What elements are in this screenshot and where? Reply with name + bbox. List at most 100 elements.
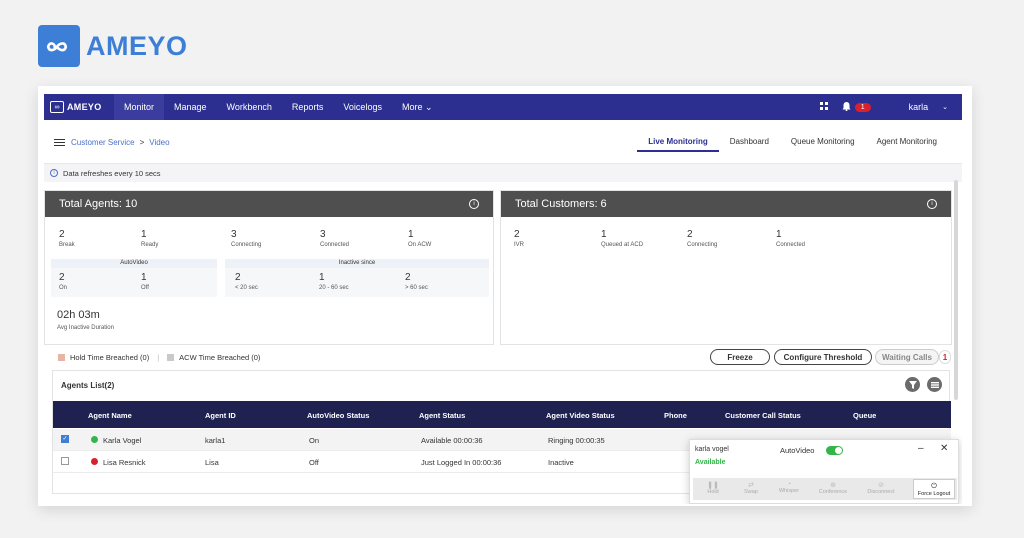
inactive-title: Inactive since [225,259,489,268]
agent-status: Just Logged In 00:00:36 [421,458,502,467]
breadcrumb-root[interactable]: Customer Service [71,138,135,147]
agent-video-status: Inactive [548,458,574,467]
acw-breach-label: ACW Time Breached (0) [179,353,261,362]
hold-breach-label: Hold Time Breached (0) [70,353,150,362]
autovideo-off: 1 Off [141,272,149,291]
screenshot-frame: ∞ AMEYO Monitor Manage Workbench Reports… [38,86,972,506]
info-icon: i [50,169,58,177]
configure-threshold-button[interactable]: Configure Threshold [774,349,872,365]
user-menu[interactable]: karla [909,102,929,112]
agent-name: Lisa Resnick [103,458,146,467]
freeze-button[interactable]: Freeze [710,349,770,365]
row-checkbox[interactable]: ✓ [61,435,69,443]
minimize-icon[interactable]: – [918,443,924,454]
notification-badge: 1 [854,102,871,112]
info-icon[interactable]: i [469,199,479,209]
nav-monitor[interactable]: Monitor [114,94,165,120]
autovideo-title: AutoVideo [51,259,217,268]
force-logout-button[interactable]: ⏻ Force Logout [913,479,955,499]
tab-queue-monitoring[interactable]: Queue Monitoring [780,137,866,152]
whisper-button[interactable]: ◔ Whisper [769,481,809,494]
scrollbar[interactable] [954,180,958,400]
monitor-tabs: Live Monitoring Dashboard Queue Monitori… [637,137,948,152]
popup-agent-status: Available [695,459,726,466]
hold-button[interactable]: ❚❚ Hold [693,481,733,495]
row-checkbox[interactable] [61,457,69,465]
brand-name: AMEYO [86,30,188,61]
navbar-logo[interactable]: ∞ AMEYO [44,101,114,113]
autovideo-box: AutoVideo 2 On 1 Off [51,259,217,297]
filter-icon[interactable] [905,377,920,392]
stat-ready: 1 Ready [141,229,159,248]
autovideo-toggle[interactable] [826,446,843,455]
apps-grid-icon[interactable] [819,102,828,112]
tab-live-monitoring[interactable]: Live Monitoring [637,137,719,152]
app-window: ∞ AMEYO Monitor Manage Workbench Reports… [44,94,962,504]
nav-voicelogs[interactable]: Voicelogs [333,94,392,120]
info-icon[interactable]: i [927,199,937,209]
stat-customer-connected: 1 Connected [776,229,806,248]
waiting-calls-count: 1 [939,350,951,364]
close-icon[interactable]: ✕ [940,443,948,454]
refresh-banner: i Data refreshes every 10 secs [44,164,962,182]
swap-icon: ⇄ [748,482,754,489]
disconnect-button[interactable]: ⊘ Disconnect [861,481,901,495]
stat-customer-connecting: 2 Connecting [687,229,718,248]
waiting-calls-button[interactable]: Waiting Calls [875,349,939,365]
agents-list-title: Agents List(2) [61,381,115,390]
tab-dashboard[interactable]: Dashboard [719,137,780,152]
agents-table-header: Agent Name Agent ID AutoVideo Status Age… [53,401,951,428]
agents-total: 10 [125,198,138,210]
chevron-down-icon[interactable]: ⌄ [942,103,948,111]
col-queue[interactable]: Queue [853,411,876,420]
popup-autovideo-label: AutoVideo [780,446,815,455]
columns-icon[interactable] [927,377,942,392]
agents-card-title: Total Agents: [59,198,122,210]
breadcrumb-leaf[interactable]: Video [149,138,169,147]
status-dot-red [91,458,98,465]
popup-agent-name: karla vogel [695,446,729,453]
stat-on-acw: 1 On ACW [408,229,432,248]
menu-icon[interactable] [54,137,65,148]
col-agent-name[interactable]: Agent Name [88,411,132,420]
swap-button[interactable]: ⇄ Swap [731,481,771,495]
autovideo-status: Off [309,458,319,467]
customers-card-title: Total Customers: [515,198,598,210]
stat-queued-acd: 1 Queued at ACD [601,229,644,248]
refresh-text: Data refreshes every 10 secs [63,168,161,178]
total-customers-card: Total Customers: 6 i 2 IVR 1 Queued at ACD… [500,190,952,345]
breadcrumb: Customer Service > Video [54,137,170,148]
stat-connecting: 3 Connecting [231,229,262,248]
customers-total: 6 [600,198,607,210]
col-autovideo-status[interactable]: AutoVideo Status [307,411,369,420]
logo-icon: ∞ [50,101,64,113]
tab-agent-monitoring[interactable]: Agent Monitoring [866,137,948,152]
power-icon: ⏻ [931,483,937,490]
nav-manage[interactable]: Manage [164,94,217,120]
acw-swatch [167,354,175,361]
col-customer-call-status[interactable]: Customer Call Status [725,411,801,420]
stat-break: 2 Break [59,229,75,248]
page-header: Customer Service > Video Live Monitoring… [44,120,962,164]
stat-ivr: 2 IVR [514,229,525,248]
bell-icon[interactable] [842,101,851,113]
agent-control-popup: karla vogel Available AutoVideo – ✕ ❚❚ Ho… [689,439,959,504]
inactive-since-box: Inactive since 2 < 20 sec 1 20 - 60 sec 2 >… [225,259,489,297]
autovideo-on: 2 On [59,272,68,291]
breach-legend: Hold Time Breached (0) | ACW Time Breach… [58,353,260,362]
nav-more[interactable]: More ⌄ [392,94,443,120]
col-phone[interactable]: Phone [664,411,687,420]
navbar-logo-text: AMEYO [67,102,102,112]
force-logout-label: Force Logout [917,491,951,497]
autovideo-status: On [309,436,320,445]
agent-status: Available 00:00:36 [421,436,483,445]
whisper-icon: ◔ [786,481,792,488]
col-agent-status[interactable]: Agent Status [419,411,465,420]
col-agent-video-status[interactable]: Agent Video Status [546,411,615,420]
hold-swatch [58,354,65,361]
col-agent-id[interactable]: Agent ID [205,411,236,420]
conference-button[interactable]: ⊕ Conference [813,481,853,495]
nav-workbench[interactable]: Workbench [217,94,282,120]
conference-icon: ⊕ [830,482,836,489]
nav-reports[interactable]: Reports [282,94,334,120]
